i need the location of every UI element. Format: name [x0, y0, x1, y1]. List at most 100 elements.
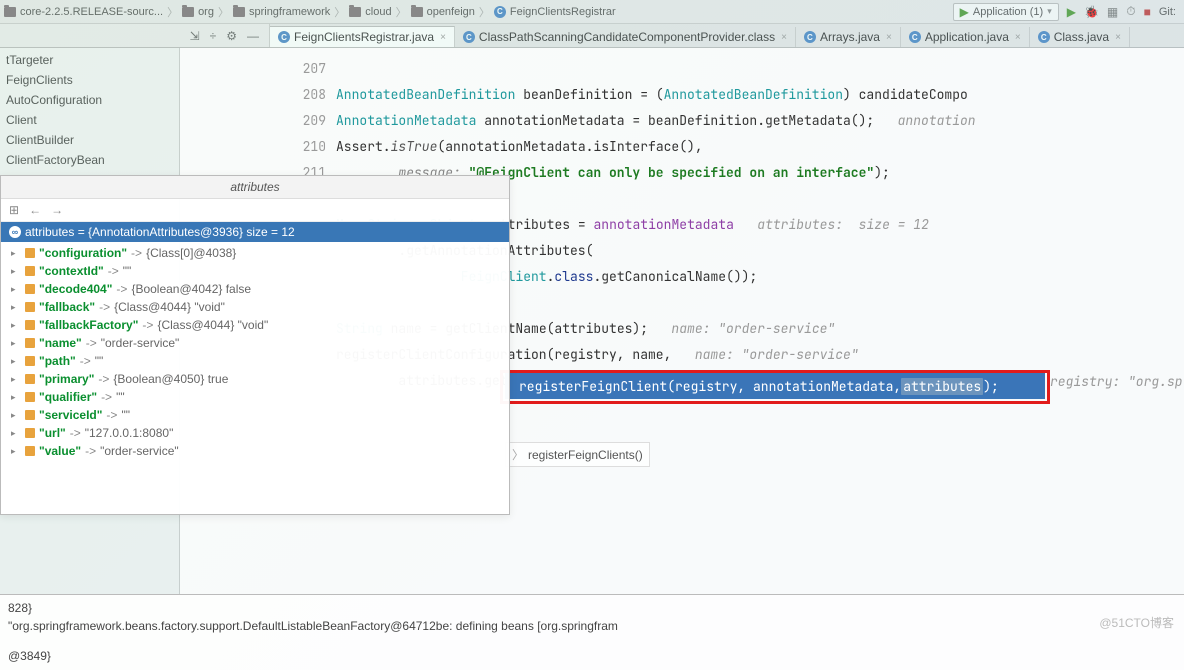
field-icon [25, 302, 35, 312]
chevron-right-icon[interactable]: ▸ [11, 410, 21, 421]
close-icon[interactable]: × [781, 32, 787, 43]
debug-variable-row[interactable]: ▸"configuration" -> {Class[0]@4038} [1, 244, 509, 262]
tab-label: Class.java [1054, 30, 1109, 44]
debug-variable-row[interactable]: ▸"serviceId" -> "" [1, 406, 509, 424]
field-icon [25, 266, 35, 276]
gear-icon[interactable]: ⚙ [226, 29, 237, 43]
class-icon: C [804, 31, 816, 43]
profile-button[interactable]: ⏱ [1126, 4, 1135, 19]
annotation-box [500, 370, 1050, 404]
divide-icon[interactable]: ÷ [210, 29, 217, 43]
editor-tabstrip: ⇲ ÷ ⚙ — CFeignClientsRegistrar.java×CCla… [0, 24, 1184, 48]
minimize-icon[interactable]: — [247, 29, 259, 43]
chevron-right-icon[interactable]: ▸ [11, 338, 21, 349]
console-output[interactable]: 828} "org.springframework.beans.factory.… [0, 594, 1184, 670]
expand-icon[interactable]: ⇲ [190, 29, 200, 43]
project-crumb[interactable]: core-2.2.5.RELEASE-sourc... [4, 6, 163, 18]
run-config-label: Application (1) [973, 6, 1043, 18]
debug-variable-row[interactable]: ▸"fallback" -> {Class@4044} "void" [1, 298, 509, 316]
chevron-right-icon[interactable]: ▸ [11, 374, 21, 385]
debugger-variables-panel[interactable]: attributes ⊞ ← → ∞ attributes = {Annotat… [0, 175, 510, 515]
chevron-right-icon[interactable]: ▸ [11, 392, 21, 403]
back-icon[interactable]: ← [29, 203, 41, 217]
class-icon: C [494, 6, 506, 18]
debug-key: "fallback" [39, 300, 95, 314]
line-number: 209 [270, 108, 326, 134]
debug-value: "" [123, 264, 132, 278]
project-item[interactable]: AutoConfiguration [0, 90, 179, 110]
crumb-cloud[interactable]: cloud [349, 6, 391, 18]
arrow-icon: -> [86, 336, 97, 350]
debug-key: "value" [39, 444, 81, 458]
forward-icon[interactable]: → [51, 203, 63, 217]
tab-label: ClassPathScanningCandidateComponentProvi… [479, 30, 775, 44]
project-item[interactable]: tTargeter [0, 50, 179, 70]
chevron-right-icon[interactable]: ▸ [11, 428, 21, 439]
debug-value: "order-service" [100, 444, 179, 458]
debug-variable-row[interactable]: ▸"contextId" -> "" [1, 262, 509, 280]
stop-button[interactable]: ■ [1144, 5, 1151, 19]
crumb-springframework[interactable]: springframework [233, 6, 330, 18]
debug-key: "fallbackFactory" [39, 318, 138, 332]
project-item[interactable]: ClientBuilder [0, 130, 179, 150]
chevron-right-icon[interactable]: ▸ [11, 266, 21, 277]
arrow-icon: -> [80, 354, 91, 368]
expand-all-icon[interactable]: ⊞ [9, 203, 19, 217]
class-icon: C [1038, 31, 1050, 43]
debug-variable-row[interactable]: ▸"primary" -> {Boolean@4050} true [1, 370, 509, 388]
run-config-selector[interactable]: ▶ Application (1) ▾ [953, 3, 1059, 21]
tab-classpathscanningcandidatecomponentprovider-class[interactable]: C ClassPathScanningCandidateComponentProv… [455, 27, 796, 47]
project-item[interactable]: FeignClients [0, 70, 179, 90]
class-icon: C [278, 31, 290, 43]
crumb-org[interactable]: org [182, 6, 214, 18]
tab-class-java[interactable]: C Class.java × [1030, 27, 1130, 47]
tab-feignclientsregistrar-java[interactable]: CFeignClientsRegistrar.java× [270, 26, 455, 47]
debug-key: "contextId" [39, 264, 104, 278]
debug-value: "" [116, 390, 125, 404]
debug-rows: ▸"configuration" -> {Class[0]@4038}▸"con… [1, 242, 509, 514]
class-icon: C [463, 31, 475, 43]
chevron-right-icon: 〉 [334, 4, 345, 20]
chevron-right-icon[interactable]: ▸ [11, 356, 21, 367]
debug-root-node[interactable]: ∞ attributes = {AnnotationAttributes@393… [1, 222, 509, 242]
debug-variable-row[interactable]: ▸"path" -> "" [1, 352, 509, 370]
folder-icon [233, 7, 245, 17]
chevron-right-icon[interactable]: ▸ [11, 248, 21, 259]
arrow-icon: -> [131, 246, 142, 260]
crumb-file[interactable]: CFeignClientsRegistrar [494, 6, 616, 18]
debug-key: "url" [39, 426, 66, 440]
debug-variable-row[interactable]: ▸"qualifier" -> "" [1, 388, 509, 406]
close-icon[interactable]: × [1115, 32, 1121, 43]
coverage-button[interactable]: ▦ [1107, 5, 1118, 19]
project-item[interactable]: ClientFactoryBean [0, 150, 179, 170]
debug-panel-title: attributes [1, 176, 509, 199]
close-icon[interactable]: × [886, 32, 892, 43]
debug-variable-row[interactable]: ▸"decode404" -> {Boolean@4042} false [1, 280, 509, 298]
watermark: @51CTO博客 [1099, 614, 1174, 632]
close-icon[interactable]: × [440, 32, 446, 43]
chevron-right-icon[interactable]: ▸ [11, 320, 21, 331]
method-breadcrumb[interactable]: 〉 registerFeignClients() [505, 442, 650, 467]
folder-icon [182, 7, 194, 17]
crumb-openfeign[interactable]: openfeign [411, 6, 475, 18]
tab-arrays-java[interactable]: C Arrays.java × [796, 27, 901, 47]
run-button[interactable]: ▶ [1067, 5, 1076, 19]
debug-variable-row[interactable]: ▸"fallbackFactory" -> {Class@4044} "void… [1, 316, 509, 334]
debug-variable-row[interactable]: ▸"value" -> "order-service" [1, 442, 509, 460]
debug-value: {Boolean@4050} true [113, 372, 228, 386]
debug-value: {Class@4044} "void" [114, 300, 225, 314]
tab-label: Arrays.java [820, 30, 880, 44]
debug-key: "path" [39, 354, 76, 368]
debug-panel-toolbar: ⊞ ← → [1, 199, 509, 222]
chevron-right-icon[interactable]: ▸ [11, 446, 21, 457]
debug-value: "order-service" [101, 336, 180, 350]
close-icon[interactable]: × [1015, 32, 1021, 43]
chevron-right-icon[interactable]: ▸ [11, 284, 21, 295]
chevron-right-icon[interactable]: ▸ [11, 302, 21, 313]
debug-variable-row[interactable]: ▸"url" -> "127.0.0.1:8080" [1, 424, 509, 442]
tab-application-java[interactable]: CApplication.java× [901, 27, 1030, 47]
folder-icon [4, 7, 16, 17]
debug-button[interactable]: 🐞 [1084, 5, 1099, 19]
project-item[interactable]: Client [0, 110, 179, 130]
debug-variable-row[interactable]: ▸"name" -> "order-service" [1, 334, 509, 352]
